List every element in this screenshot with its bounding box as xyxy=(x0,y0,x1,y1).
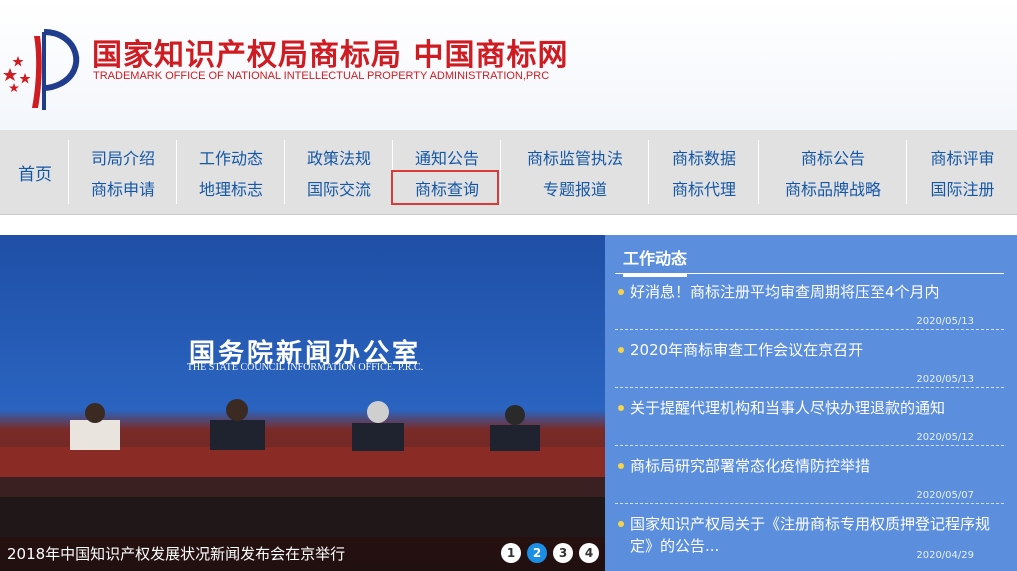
nav-home-link[interactable]: 首页 xyxy=(0,130,70,214)
news-title[interactable]: 关于提醒代理机构和当事人尽快办理退款的通知 xyxy=(630,397,995,419)
news-title[interactable]: 商标局研究部署常态化疫情防控举措 xyxy=(630,455,995,477)
nav-column: 商标数据 商标代理 xyxy=(648,140,759,204)
nav-link-bureau-intro[interactable]: 司局介绍 xyxy=(69,145,177,169)
bullet-icon xyxy=(618,463,624,469)
nav-link-international-exchange[interactable]: 国际交流 xyxy=(285,176,393,200)
slide-dot-3[interactable]: 3 xyxy=(553,543,573,563)
site-header: 国家知识产权局商标局 中国商标网 TRADEMARK OFFICE OF NAT… xyxy=(0,0,1017,130)
nav-link-trademark-announcements[interactable]: 商标公告 xyxy=(759,145,907,169)
nav-link-international-registration[interactable]: 国际注册 xyxy=(907,176,1017,200)
bullet-icon xyxy=(618,347,624,353)
slide-dot-4[interactable]: 4 xyxy=(579,543,599,563)
news-item[interactable]: 好消息！商标注册平均审查周期将压至4个月内 2020/05/13 xyxy=(615,281,1004,330)
slide-pagination: 1 2 3 4 xyxy=(501,543,599,563)
news-item[interactable]: 国家知识产权局关于《注册商标专用权质押登记程序规定》的公告... 2020/04… xyxy=(615,513,1004,563)
tab-work-news[interactable]: 工作动态 xyxy=(623,245,688,277)
news-title[interactable]: 好消息！商标注册平均审查周期将压至4个月内 xyxy=(630,281,995,303)
news-item[interactable]: 商标局研究部署常态化疫情防控举措 2020/05/07 xyxy=(615,455,1004,504)
nav-link-trademark-data[interactable]: 商标数据 xyxy=(649,145,759,169)
nav-column: 商标评审 国际注册 xyxy=(906,140,1017,204)
nav-link-supervision-enforcement[interactable]: 商标监管执法 xyxy=(501,145,649,169)
banner-org-name-en: THE STATE COUNCIL INFORMATION OFFICE. P.… xyxy=(186,362,424,373)
news-title[interactable]: 2020年商标审查工作会议在京召开 xyxy=(630,339,995,361)
nav-link-special-reports[interactable]: 专题报道 xyxy=(501,176,649,200)
trademark-office-emblem-icon[interactable] xyxy=(0,18,90,118)
banner-photo xyxy=(0,399,605,537)
nav-link-policies-regulations[interactable]: 政策法规 xyxy=(285,145,393,169)
news-date: 2020/05/13 xyxy=(916,374,974,385)
banner-caption[interactable]: 2018年中国知识产权发展状况新闻发布会在京举行 xyxy=(7,543,345,564)
nav-column: 工作动态 地理标志 xyxy=(176,140,285,204)
news-date: 2020/05/07 xyxy=(916,490,974,501)
nav-link-trademark-review[interactable]: 商标评审 xyxy=(907,145,1017,169)
nav-link-trademark-search[interactable]: 商标查询 xyxy=(393,176,501,200)
news-date: 2020/05/13 xyxy=(916,316,974,327)
nav-link-trademark-application[interactable]: 商标申请 xyxy=(69,176,177,200)
nav-link-trademark-agency[interactable]: 商标代理 xyxy=(649,176,759,200)
site-subtitle: TRADEMARK OFFICE OF NATIONAL INTELLECTUA… xyxy=(93,70,550,82)
nav-link-brand-strategy[interactable]: 商标品牌战略 xyxy=(759,176,907,200)
slide-dot-1[interactable]: 1 xyxy=(501,543,521,563)
bullet-icon xyxy=(618,521,624,527)
site-title: 国家知识产权局商标局 中国商标网 xyxy=(92,38,569,73)
news-panel: 工作动态 好消息！商标注册平均审查周期将压至4个月内 2020/05/13 20… xyxy=(605,235,1017,571)
main-nav: 首页 司局介绍 商标申请 工作动态 地理标志 政策法规 国际交流 通知公告 商标… xyxy=(0,130,1017,215)
banner-slideshow[interactable]: 国务院新闻办公室 THE STATE COUNCIL INFORMATION O… xyxy=(0,235,605,571)
news-date: 2020/04/29 xyxy=(916,550,974,561)
slide-dot-2[interactable]: 2 xyxy=(527,543,547,563)
news-item[interactable]: 2020年商标审查工作会议在京召开 2020/05/13 xyxy=(615,339,1004,388)
news-item[interactable]: 关于提醒代理机构和当事人尽快办理退款的通知 2020/05/12 xyxy=(615,397,1004,446)
news-date: 2020/05/12 xyxy=(916,432,974,443)
news-panel-header: 工作动态 xyxy=(615,241,1004,277)
nav-column: 政策法规 国际交流 xyxy=(284,140,393,204)
bullet-icon xyxy=(618,405,624,411)
nav-link-work-news[interactable]: 工作动态 xyxy=(177,145,285,169)
nav-column: 商标监管执法 专题报道 xyxy=(500,140,649,204)
nav-link-geographical-indications[interactable]: 地理标志 xyxy=(177,176,285,200)
nav-column: 通知公告 商标查询 xyxy=(392,140,501,204)
nav-link-notices[interactable]: 通知公告 xyxy=(393,145,501,169)
bullet-icon xyxy=(618,289,624,295)
nav-column: 司局介绍 商标申请 xyxy=(68,140,177,204)
nav-column: 商标公告 商标品牌战略 xyxy=(758,140,907,204)
